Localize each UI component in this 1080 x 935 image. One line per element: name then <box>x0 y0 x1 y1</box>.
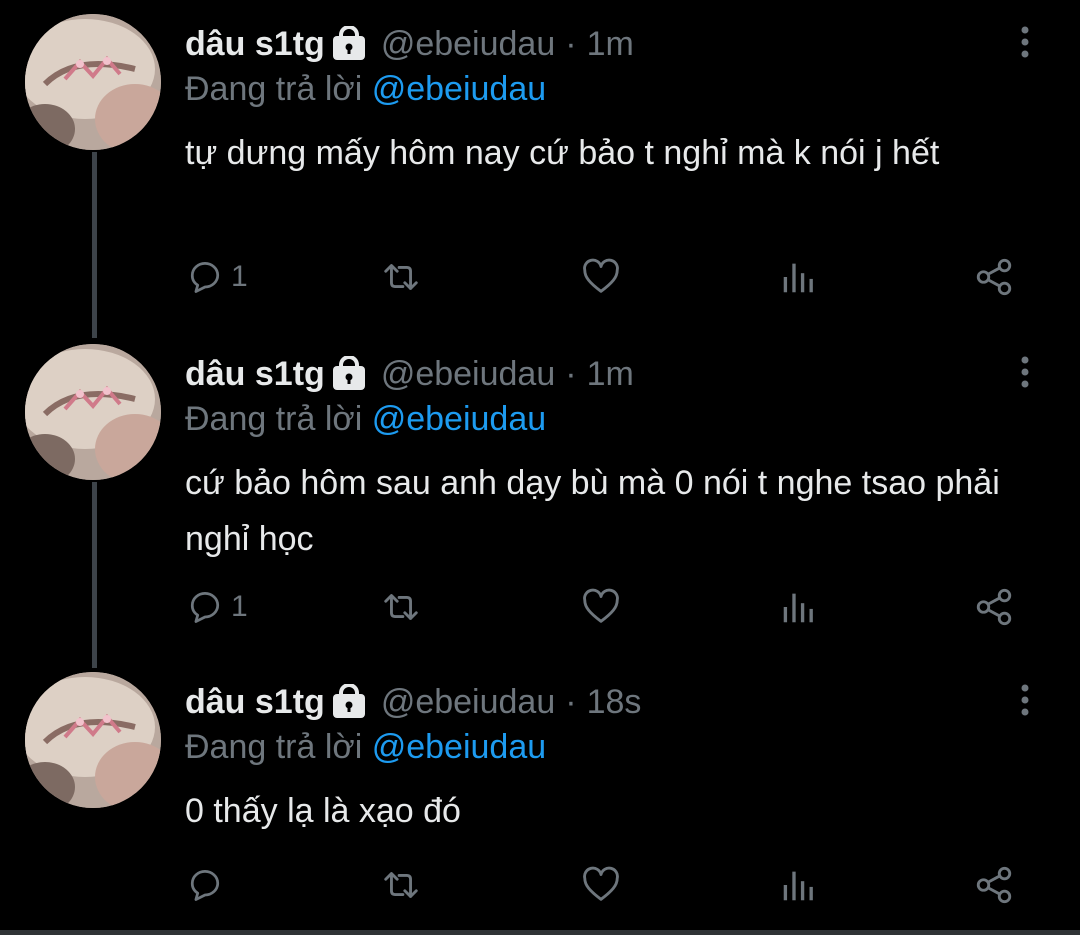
retweet-button[interactable] <box>380 860 422 910</box>
retweet-icon <box>380 586 422 628</box>
heart-icon <box>580 864 622 906</box>
tweet[interactable]: dâu s1tg @ebeiudau · 1m Đang trả lời @eb… <box>0 0 1080 330</box>
reply-icon <box>185 587 225 627</box>
heart-icon <box>580 256 622 298</box>
avatar[interactable] <box>25 344 161 480</box>
tweet-header: dâu s1tg @ebeiudau · 18s <box>185 680 641 724</box>
timestamp[interactable]: 1m <box>587 25 634 64</box>
more-vertical-icon[interactable] <box>1010 22 1040 62</box>
tweet-text: cứ bảo hôm sau anh dạy bù mà 0 nói t ngh… <box>185 464 1000 558</box>
display-name[interactable]: dâu s1tg <box>185 355 325 394</box>
timestamp[interactable]: 1m <box>587 355 634 394</box>
analytics-button[interactable] <box>778 252 820 302</box>
mention-link[interactable]: @ebeiudau <box>372 70 546 108</box>
tweet-text: tự dưng mấy hôm nay cứ bảo t nghỉ mà k n… <box>185 134 940 172</box>
mention-link[interactable]: @ebeiudau <box>372 728 546 766</box>
heart-icon <box>580 586 622 628</box>
tweet-header: dâu s1tg @ebeiudau · 1m <box>185 352 634 396</box>
tweet-actions: 1 <box>185 252 1045 302</box>
replying-to: Đang trả lời @ebeiudau <box>185 728 546 767</box>
mention-link[interactable]: @ebeiudau <box>372 400 546 438</box>
user-handle[interactable]: @ebeiudau <box>381 25 555 64</box>
user-handle[interactable]: @ebeiudau <box>381 683 555 722</box>
tweet-actions: 1 <box>185 582 1045 632</box>
share-icon <box>973 586 1015 628</box>
share-icon <box>973 256 1015 298</box>
analytics-icon <box>778 864 820 906</box>
display-name[interactable]: dâu s1tg <box>185 683 325 722</box>
reply-icon <box>185 865 225 905</box>
replying-prefix: Đang trả lời <box>185 728 363 766</box>
tweet-text: 0 thấy lạ là xạo đó <box>185 792 461 830</box>
retweet-icon <box>380 864 422 906</box>
retweet-button[interactable] <box>380 582 422 632</box>
tweet[interactable]: dâu s1tg @ebeiudau · 18s Đang trả lời @e… <box>0 658 1080 930</box>
reply-count: 1 <box>231 590 248 623</box>
tweet-header: dâu s1tg @ebeiudau · 1m <box>185 22 634 66</box>
replying-prefix: Đang trả lời <box>185 70 363 108</box>
analytics-icon <box>778 256 820 298</box>
more-vertical-icon[interactable] <box>1010 680 1040 720</box>
display-name[interactable]: dâu s1tg <box>185 25 325 64</box>
analytics-button[interactable] <box>778 860 820 910</box>
separator-dot: · <box>565 682 577 721</box>
analytics-button[interactable] <box>778 582 820 632</box>
retweet-icon <box>380 256 422 298</box>
avatar[interactable] <box>25 14 161 150</box>
replying-to: Đang trả lời @ebeiudau <box>185 70 546 109</box>
reply-button[interactable]: 1 <box>185 252 248 302</box>
retweet-button[interactable] <box>380 252 422 302</box>
analytics-icon <box>778 586 820 628</box>
avatar[interactable] <box>25 672 161 808</box>
reply-icon <box>185 257 225 297</box>
more-vertical-icon[interactable] <box>1010 352 1040 392</box>
like-button[interactable] <box>580 582 622 632</box>
lock-icon <box>331 25 367 62</box>
share-button[interactable] <box>973 252 1015 302</box>
divider <box>0 930 1080 935</box>
user-handle[interactable]: @ebeiudau <box>381 355 555 394</box>
like-button[interactable] <box>580 252 622 302</box>
replying-prefix: Đang trả lời <box>185 400 363 438</box>
share-button[interactable] <box>973 582 1015 632</box>
replying-to: Đang trả lời @ebeiudau <box>185 400 546 439</box>
timestamp[interactable]: 18s <box>587 683 642 722</box>
separator-dot: · <box>565 354 577 393</box>
lock-icon <box>331 355 367 392</box>
like-button[interactable] <box>580 860 622 910</box>
reply-button[interactable]: 1 <box>185 582 248 632</box>
reply-button[interactable] <box>185 860 231 910</box>
lock-icon <box>331 683 367 720</box>
reply-count: 1 <box>231 260 248 293</box>
separator-dot: · <box>565 24 577 63</box>
share-icon <box>973 864 1015 906</box>
tweet-actions <box>185 860 1045 910</box>
tweet[interactable]: dâu s1tg @ebeiudau · 1m Đang trả lời @eb… <box>0 330 1080 660</box>
share-button[interactable] <box>973 860 1015 910</box>
